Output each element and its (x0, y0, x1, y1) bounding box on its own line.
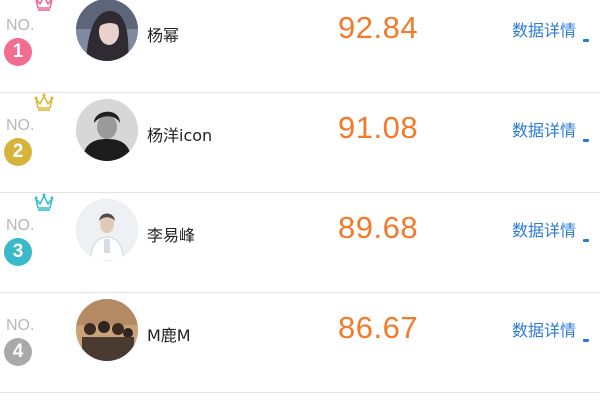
rank-prefix: NO. (6, 217, 35, 234)
rank-number: 1 (12, 41, 24, 62)
data-detail-link[interactable]: 数据详情 (512, 117, 576, 141)
rank-badge: 2 (4, 138, 32, 166)
score-value: 92.84 (338, 10, 419, 45)
avatar[interactable] (76, 299, 138, 361)
avatar[interactable] (76, 0, 138, 61)
avatar[interactable] (76, 99, 138, 161)
crown-icon (34, 93, 54, 111)
male-portrait-dark-icon (76, 99, 138, 161)
ranking-row: NO. 2 杨洋icon 91.08 数据详情 (0, 93, 600, 193)
data-detail-link[interactable]: 数据详情 (512, 217, 576, 241)
rank-number: 2 (12, 141, 24, 162)
data-detail-link[interactable]: 数据详情 (512, 17, 576, 41)
crown-icon (34, 193, 54, 211)
rank-prefix: NO. (6, 117, 35, 134)
rank-badge: 4 (4, 338, 32, 366)
score-value: 89.68 (338, 210, 419, 245)
group-photo-icon (76, 299, 138, 361)
celebrity-name[interactable]: 杨洋icon (147, 122, 212, 146)
male-portrait-light-icon (76, 199, 138, 261)
rank-badge: 3 (4, 238, 32, 266)
avatar[interactable] (76, 199, 138, 261)
crown-icon (35, 0, 53, 11)
rank-number: 4 (12, 341, 24, 362)
celebrity-name[interactable]: 杨幂 (147, 22, 179, 46)
female-portrait-icon (76, 0, 138, 61)
corner-arrow-icon (583, 239, 589, 242)
celebrity-name[interactable]: 李易峰 (147, 222, 195, 246)
ranking-row: NO. 1 杨幂 92.84 数据详情 (0, 0, 600, 93)
rank-prefix: NO. (6, 17, 35, 34)
score-value: 91.08 (338, 110, 419, 145)
corner-arrow-icon (583, 339, 589, 342)
rank-prefix: NO. (6, 317, 35, 334)
score-value: 86.67 (338, 310, 419, 345)
data-detail-link[interactable]: 数据详情 (512, 317, 576, 341)
ranking-row: NO. 4 M鹿M 86.67 数据详情 (0, 293, 600, 393)
ranking-row: NO. 3 李易峰 89.68 数据详情 (0, 193, 600, 293)
rank-badge: 1 (4, 38, 32, 66)
rank-number: 3 (12, 241, 24, 262)
corner-arrow-icon (583, 39, 589, 42)
corner-arrow-icon (583, 139, 589, 142)
ranking-list: NO. 1 杨幂 92.84 数据详情 NO. 2 杨洋icon 91.08 数… (0, 0, 600, 400)
celebrity-name[interactable]: M鹿M (147, 322, 191, 346)
